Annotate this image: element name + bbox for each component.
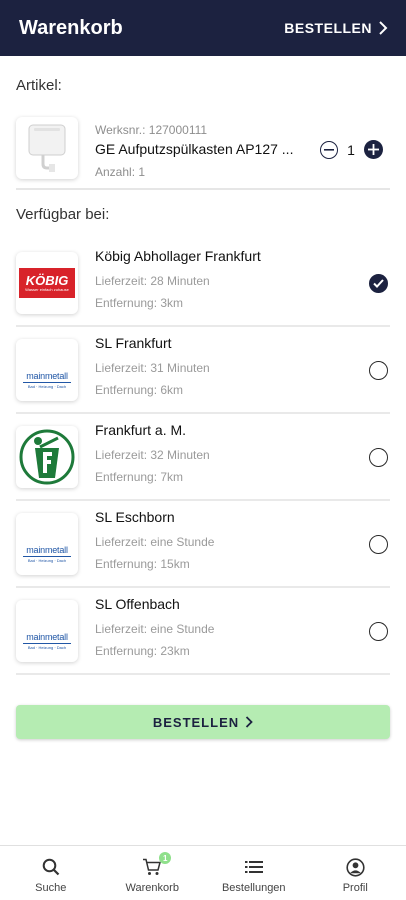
check-icon — [373, 279, 384, 288]
store-entfernung: Entfernung: 23km — [95, 644, 190, 658]
store-entfernung: Entfernung: 3km — [95, 296, 184, 310]
mainmetall-logo-text: mainmetall — [26, 545, 68, 555]
nav-label: Suche — [35, 882, 67, 894]
mainmetall-logo: mainmetall Bad · Heizung · Dach — [16, 339, 78, 401]
store-lieferzeit: Lieferzeit: 31 Minuten — [95, 361, 210, 375]
order-button[interactable]: BESTELLEN — [16, 705, 390, 739]
nav-item-suche[interactable]: Suche — [0, 846, 102, 900]
article-name: GE Aufputzspülkasten AP127 ... — [95, 141, 294, 157]
store-item-koebig[interactable]: KÖBIG Wasser einfach zuhause Köbig Abhol… — [16, 240, 390, 327]
mainmetall-logo-subtext: Bad · Heizung · Dach — [27, 645, 67, 650]
app-header: Warenkorb BESTELLEN — [0, 0, 406, 56]
store-item-frankfurt-am[interactable]: Frankfurt a. M. Lieferzeit: 32 Minuten E… — [16, 414, 390, 501]
store-entfernung: Entfernung: 6km — [95, 383, 184, 397]
nav-item-profil[interactable]: Profil — [305, 846, 406, 900]
store-item-sl-offenbach[interactable]: mainmetall Bad · Heizung · Dach SL Offen… — [16, 588, 390, 675]
koebig-logo: KÖBIG Wasser einfach zuhause — [16, 252, 78, 314]
store-entfernung: Entfernung: 7km — [95, 470, 184, 484]
header-order-button[interactable]: BESTELLEN — [284, 20, 388, 36]
nav-item-bestellungen[interactable]: Bestellungen — [203, 846, 305, 900]
article-anzahl: Anzahl: 1 — [95, 165, 146, 179]
chevron-right-icon — [379, 21, 388, 35]
header-order-label: BESTELLEN — [284, 20, 372, 36]
radio-unselected[interactable] — [369, 622, 388, 641]
radio-unselected[interactable] — [369, 448, 388, 467]
store-name: Frankfurt a. M. — [95, 422, 187, 438]
koebig-logo-subtext: Wasser einfach zuhause — [25, 286, 69, 292]
mainmetall-logo-subtext: Bad · Heizung · Dach — [27, 558, 67, 563]
store-lieferzeit: Lieferzeit: eine Stunde — [95, 535, 215, 549]
store-item-sl-eschborn[interactable]: mainmetall Bad · Heizung · Dach SL Eschb… — [16, 501, 390, 588]
mainmetall-logo: mainmetall Bad · Heizung · Dach — [16, 513, 78, 575]
store-name: SL Eschborn — [95, 509, 175, 525]
cart-badge: 1 — [159, 852, 172, 864]
radio-selected[interactable] — [369, 274, 388, 293]
nav-label: Bestellungen — [221, 882, 286, 894]
store-lieferzeit: Lieferzeit: 28 Minuten — [95, 274, 210, 288]
app-root: Warenkorb BESTELLEN Artikel: Werksnr.: 1… — [0, 0, 406, 900]
store-name: Köbig Abhollager Frankfurt — [95, 248, 261, 264]
plus-icon[interactable] — [364, 140, 383, 159]
store-lieferzeit: Lieferzeit: 32 Minuten — [95, 448, 210, 462]
nav-label: Warenkorb — [125, 882, 179, 894]
bottom-nav: Suche 1 Warenkorb Bestellungen Profil — [0, 845, 406, 900]
radio-unselected[interactable] — [369, 361, 388, 380]
article-section-label: Artikel: — [16, 77, 62, 94]
minus-icon[interactable] — [320, 140, 338, 159]
cart-article: Werksnr.: 127000111 GE Aufputzspülkasten… — [16, 112, 390, 190]
quantity-stepper: 1 — [320, 140, 383, 159]
page-title: Warenkorb — [19, 16, 123, 39]
chevron-right-icon — [246, 716, 253, 728]
nav-label: Profil — [342, 882, 368, 894]
available-section-label: Verfügbar bei: — [16, 206, 110, 223]
cart-icon: 1 — [142, 852, 172, 877]
store-entfernung: Entfernung: 15km — [95, 557, 190, 571]
order-button-label: BESTELLEN — [152, 714, 240, 730]
toilet-cistern-image — [16, 117, 78, 179]
search-icon — [42, 857, 60, 877]
article-werksnr: Werksnr.: 127000111 — [95, 123, 208, 137]
profile-icon — [346, 857, 365, 877]
quantity-value: 1 — [347, 141, 355, 158]
list-icon — [244, 857, 263, 877]
store-item-sl-frankfurt[interactable]: mainmetall Bad · Heizung · Dach SL Frank… — [16, 327, 390, 414]
store-name: SL Offenbach — [95, 596, 180, 612]
green-f-logo — [16, 426, 78, 488]
mainmetall-logo-text: mainmetall — [26, 371, 68, 381]
koebig-logo-text: KÖBIG — [25, 272, 69, 288]
radio-unselected[interactable] — [369, 535, 388, 554]
mainmetall-logo: mainmetall Bad · Heizung · Dach — [16, 600, 78, 662]
store-name: SL Frankfurt — [95, 335, 172, 351]
mainmetall-logo-subtext: Bad · Heizung · Dach — [27, 384, 67, 389]
mainmetall-logo-text: mainmetall — [26, 632, 68, 642]
nav-item-warenkorb[interactable]: 1 Warenkorb — [102, 846, 204, 900]
store-lieferzeit: Lieferzeit: eine Stunde — [95, 622, 215, 636]
